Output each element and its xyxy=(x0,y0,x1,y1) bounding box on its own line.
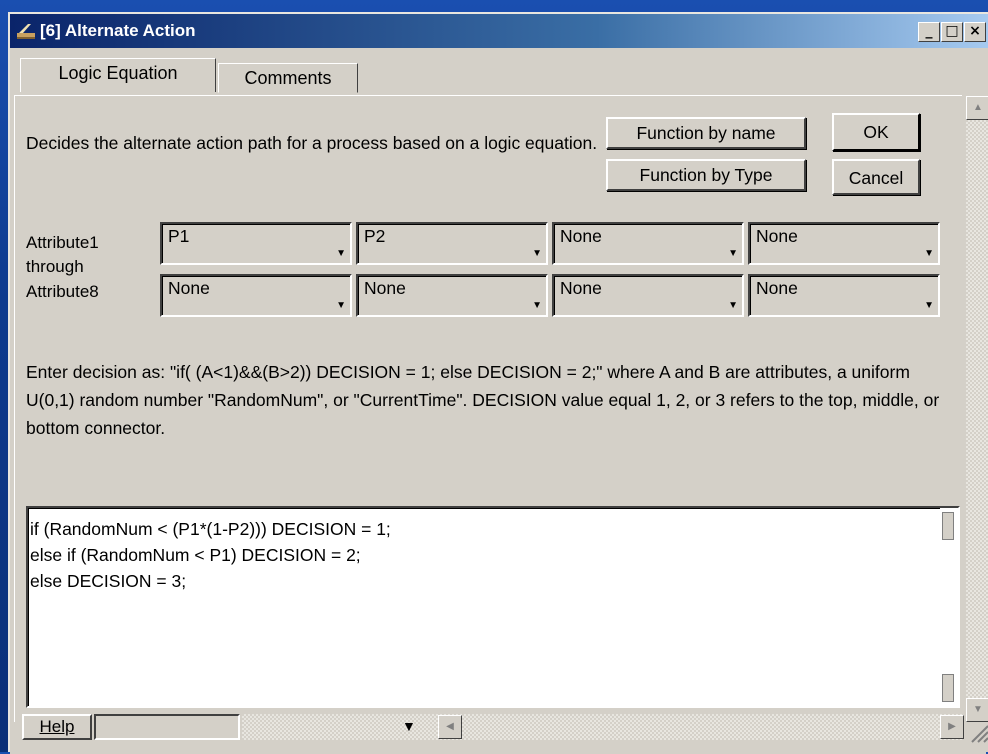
function-by-name-button[interactable]: Function by name xyxy=(606,117,806,149)
horizontal-scrollbar[interactable]: ▼ ◀ ▶ xyxy=(242,714,964,740)
code-line: else if (RandomNum < P1) DECISION = 2; xyxy=(30,545,361,565)
window-vertical-scrollbar[interactable]: ▲ ▼ xyxy=(966,96,988,722)
scroll-left-icon[interactable]: ◀ xyxy=(438,715,462,739)
maximize-button[interactable]: □ xyxy=(941,22,963,42)
attribute1-select[interactable]: P1 ▼ xyxy=(160,222,352,265)
attribute-label-end: Attribute8 xyxy=(26,282,99,301)
cancel-button[interactable]: Cancel xyxy=(832,159,920,195)
description-text: Decides the alternate action path for a … xyxy=(26,133,598,153)
scroll-up-icon[interactable]: ▲ xyxy=(966,96,988,120)
dropdown-arrow-icon: ▼ xyxy=(924,300,934,311)
button-label: Function by Type xyxy=(639,165,773,185)
attribute6-select[interactable]: None ▼ xyxy=(356,274,548,317)
select-value: None xyxy=(560,226,602,246)
editor-scrollbar[interactable] xyxy=(940,508,958,706)
select-value: P2 xyxy=(364,226,386,246)
ok-button[interactable]: OK xyxy=(832,113,920,151)
dropdown-arrow-icon: ▼ xyxy=(532,248,542,259)
dropdown-arrow-icon: ▼ xyxy=(336,248,346,259)
status-field xyxy=(94,714,240,740)
tab-comments[interactable]: Comments xyxy=(218,63,358,93)
attribute-label-start: Attribute1 xyxy=(26,233,99,252)
select-value: None xyxy=(364,278,406,298)
dropdown-arrow-icon[interactable]: ▼ xyxy=(402,718,416,734)
attribute5-select[interactable]: None ▼ xyxy=(160,274,352,317)
function-by-type-button[interactable]: Function by Type xyxy=(606,159,806,191)
code-line: else DECISION = 3; xyxy=(30,571,187,591)
dropdown-arrow-icon: ▼ xyxy=(924,248,934,259)
maximize-icon: □ xyxy=(945,23,959,39)
scroll-down-icon[interactable]: ▼ xyxy=(966,698,988,722)
close-button[interactable]: × xyxy=(964,22,986,42)
minimize-button[interactable]: _ xyxy=(918,22,940,42)
select-value: None xyxy=(756,226,798,246)
minimize-icon: _ xyxy=(925,23,933,39)
dropdown-arrow-icon: ▼ xyxy=(532,300,542,311)
button-label: Help xyxy=(39,717,75,736)
dropdown-arrow-icon: ▼ xyxy=(336,300,346,311)
close-icon: × xyxy=(969,23,981,39)
select-value: P1 xyxy=(168,226,190,246)
tab-logic-equation[interactable]: Logic Equation xyxy=(20,58,216,92)
editor-scroll-top-thumb[interactable] xyxy=(942,512,954,540)
attribute8-select[interactable]: None ▼ xyxy=(748,274,940,317)
attribute-label-through: through xyxy=(26,257,84,276)
tab-label: Comments xyxy=(244,68,332,88)
help-button[interactable]: Help xyxy=(22,714,92,740)
tab-label: Logic Equation xyxy=(58,63,178,83)
dropdown-arrow-icon: ▼ xyxy=(728,300,738,311)
instructions-text: Enter decision as: "if( (A<1)&&(B>2)) DE… xyxy=(26,362,940,438)
select-value: None xyxy=(560,278,602,298)
button-label: Function by name xyxy=(636,123,776,143)
alternate-action-window: [6] Alternate Action _ □ × Logic Equatio… xyxy=(8,12,988,754)
select-value: None xyxy=(756,278,798,298)
app-icon xyxy=(17,24,35,39)
window-title: [6] Alternate Action xyxy=(40,21,196,40)
attribute7-select[interactable]: None ▼ xyxy=(552,274,744,317)
scroll-right-icon[interactable]: ▶ xyxy=(940,715,964,739)
button-label: Cancel xyxy=(848,168,904,188)
code-line: if (RandomNum < (P1*(1-P2))) DECISION = … xyxy=(30,519,391,539)
select-value: None xyxy=(168,278,210,298)
logic-equation-editor[interactable]: if (RandomNum < (P1*(1-P2))) DECISION = … xyxy=(26,506,960,708)
attribute4-select[interactable]: None ▼ xyxy=(748,222,940,265)
title-bar[interactable]: [6] Alternate Action _ □ × xyxy=(10,14,988,48)
dropdown-arrow-icon: ▼ xyxy=(728,248,738,259)
attribute2-select[interactable]: P2 ▼ xyxy=(356,222,548,265)
button-label: OK xyxy=(863,122,889,142)
attribute3-select[interactable]: None ▼ xyxy=(552,222,744,265)
editor-scroll-bottom-thumb[interactable] xyxy=(942,674,954,702)
resize-grip-icon[interactable] xyxy=(968,722,988,744)
